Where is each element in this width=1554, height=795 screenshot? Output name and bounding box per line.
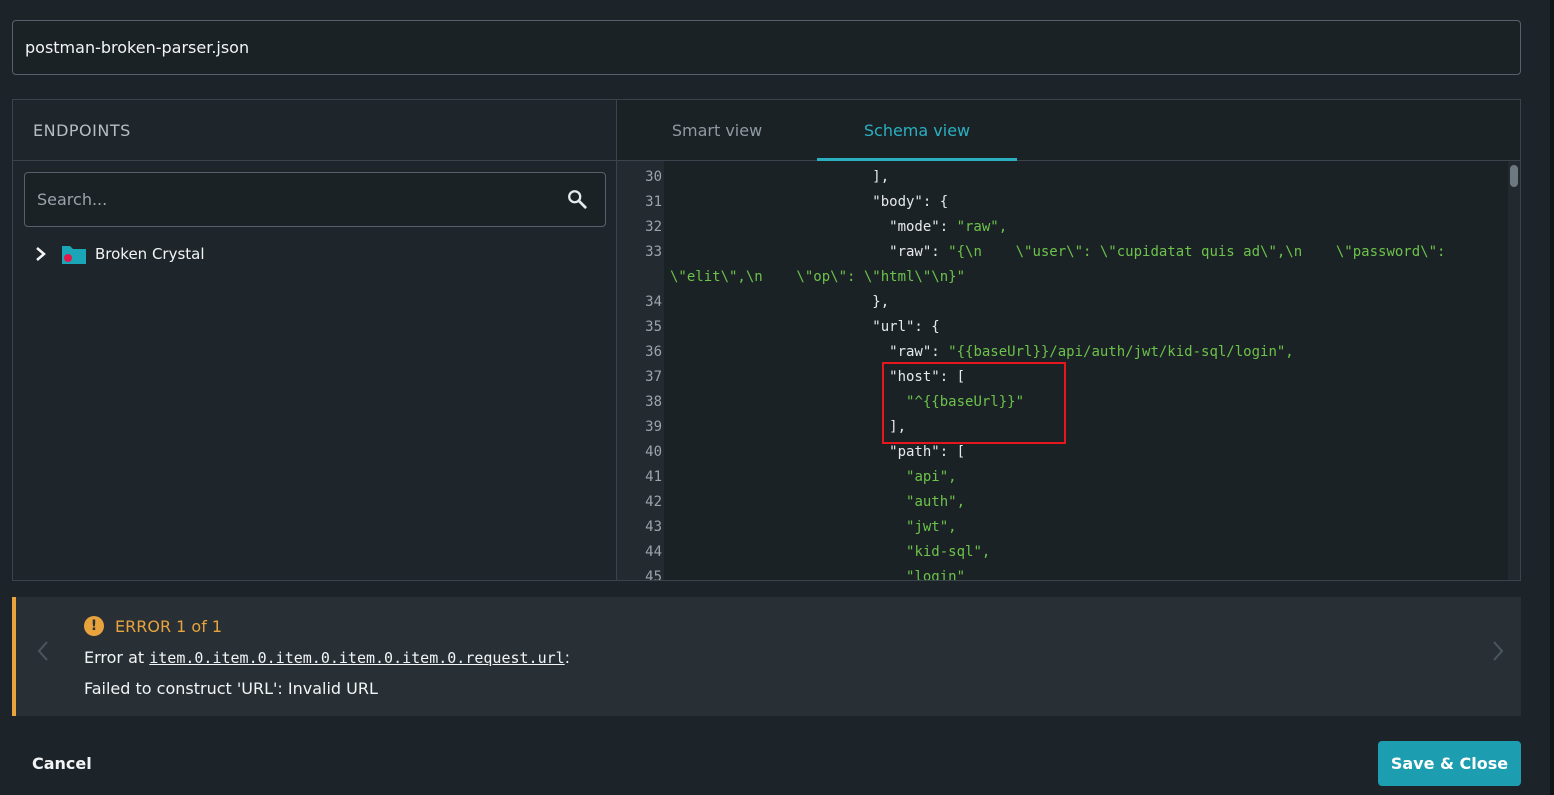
endpoints-title: ENDPOINTS xyxy=(33,121,131,140)
error-panel: ! ERROR 1 of 1 Error at item.0.item.0.it… xyxy=(12,597,1521,716)
editor-panel: ENDPOINTS Search... Broken Crystal Smart… xyxy=(12,99,1521,581)
file-name-field[interactable]: postman-broken-parser.json xyxy=(12,20,1521,75)
code-token: "raw": xyxy=(670,244,949,260)
scrollbar-track[interactable] xyxy=(1508,161,1520,580)
line-text: ], xyxy=(670,415,906,440)
code-token: "mode": xyxy=(670,219,957,235)
tab-schema-view[interactable]: Schema view xyxy=(817,100,1017,161)
line-number: 43 xyxy=(645,519,662,535)
tree-item-label: Broken Crystal xyxy=(95,245,205,263)
line-number: 37 xyxy=(645,369,662,385)
line-number: 40 xyxy=(645,444,662,460)
code-string: "{\n \"user\": \"cupidatat quis ad\",\n … xyxy=(948,244,1446,260)
error-suffix: : xyxy=(564,648,571,667)
line-number: 41 xyxy=(645,469,662,485)
host-highlight-box xyxy=(882,362,1066,444)
line-text: "mode": "raw", xyxy=(670,215,1007,240)
line-number: 42 xyxy=(645,494,662,510)
tree-item-broken-crystal[interactable]: Broken Crystal xyxy=(33,241,433,267)
error-count: ERROR 1 of 1 xyxy=(115,617,223,636)
line-number: 32 xyxy=(645,219,662,235)
line-number: 39 xyxy=(645,419,662,435)
tab-smart-view[interactable]: Smart view xyxy=(617,100,817,161)
code-string: "jwt", xyxy=(906,519,957,535)
code-token: "url": { xyxy=(670,319,940,335)
code-token: "path": [ xyxy=(670,444,966,460)
line-text: "body": { xyxy=(670,190,948,215)
schema-code-view[interactable]: 30 ], 31 "body": { 32 "mode": "raw", 33 "ra… xyxy=(617,161,1520,580)
code-string: "login" xyxy=(906,569,966,580)
search-placeholder: Search... xyxy=(37,190,108,209)
line-number: 31 xyxy=(645,194,662,210)
line-number: 34 xyxy=(645,294,662,310)
chevron-right-icon[interactable] xyxy=(1491,639,1505,663)
chevron-left-icon[interactable] xyxy=(36,639,50,663)
line-number: 45 xyxy=(645,569,662,580)
line-number: 44 xyxy=(645,544,662,560)
line-text: "login" xyxy=(670,565,965,580)
line-text: "auth", xyxy=(670,490,965,515)
code-string: "{{baseUrl}}/api/auth/jwt/kid-sql/login"… xyxy=(948,344,1294,360)
chevron-right-icon[interactable] xyxy=(33,244,49,264)
line-text: "jwt", xyxy=(670,515,957,540)
line-text: ], xyxy=(670,165,889,190)
code-token: "raw": xyxy=(670,344,949,360)
window-edge xyxy=(1550,0,1554,795)
code-token: ], xyxy=(670,169,890,185)
line-text: \"elit\",\n \"op\": \"html\"\n}" xyxy=(670,265,965,290)
search-input[interactable]: Search... xyxy=(24,172,606,227)
error-message: Failed to construct 'URL': Invalid URL xyxy=(84,679,378,698)
code-string: "api", xyxy=(906,469,957,485)
error-prefix: Error at xyxy=(84,648,150,667)
file-name-text: postman-broken-parser.json xyxy=(25,38,250,57)
folder-icon xyxy=(62,246,86,264)
line-number: 35 xyxy=(645,319,662,335)
code-string: "kid-sql", xyxy=(906,544,991,560)
error-location: Error at item.0.item.0.item.0.item.0.ite… xyxy=(84,648,570,667)
search-icon[interactable] xyxy=(566,188,588,210)
line-text: "url": { xyxy=(670,315,940,340)
line-text: "raw": "{\n \"user\": \"cupidatat quis a… xyxy=(670,240,1445,265)
endpoints-pane: ENDPOINTS Search... Broken Crystal xyxy=(13,100,617,580)
line-number: 30 xyxy=(645,169,662,185)
error-path-link[interactable]: item.0.item.0.item.0.item.0.item.0.reque… xyxy=(149,649,564,667)
line-text: }, xyxy=(670,290,889,315)
code-token: }, xyxy=(670,294,890,310)
code-string: \"elit\",\n \"op\": \"html\"\n}" xyxy=(670,269,966,285)
warning-icon: ! xyxy=(84,616,104,636)
scrollbar-thumb[interactable] xyxy=(1510,165,1518,187)
endpoints-header: ENDPOINTS xyxy=(13,100,616,161)
code-token: ], xyxy=(670,419,907,435)
cancel-button[interactable]: Cancel xyxy=(32,754,92,773)
line-number: 38 xyxy=(645,394,662,410)
line-number: 36 xyxy=(645,344,662,360)
line-number: 33 xyxy=(645,244,662,260)
view-tabs: Smart view Schema view xyxy=(617,100,1520,161)
code-string: "auth", xyxy=(906,494,966,510)
save-close-button[interactable]: Save & Close xyxy=(1378,741,1521,786)
code-string: "raw", xyxy=(956,219,1008,235)
line-text: "kid-sql", xyxy=(670,540,990,565)
code-pane: Smart view Schema view 30 ], 31 "body": {… xyxy=(617,100,1520,580)
line-text: "api", xyxy=(670,465,957,490)
code-token: "body": { xyxy=(670,194,949,210)
